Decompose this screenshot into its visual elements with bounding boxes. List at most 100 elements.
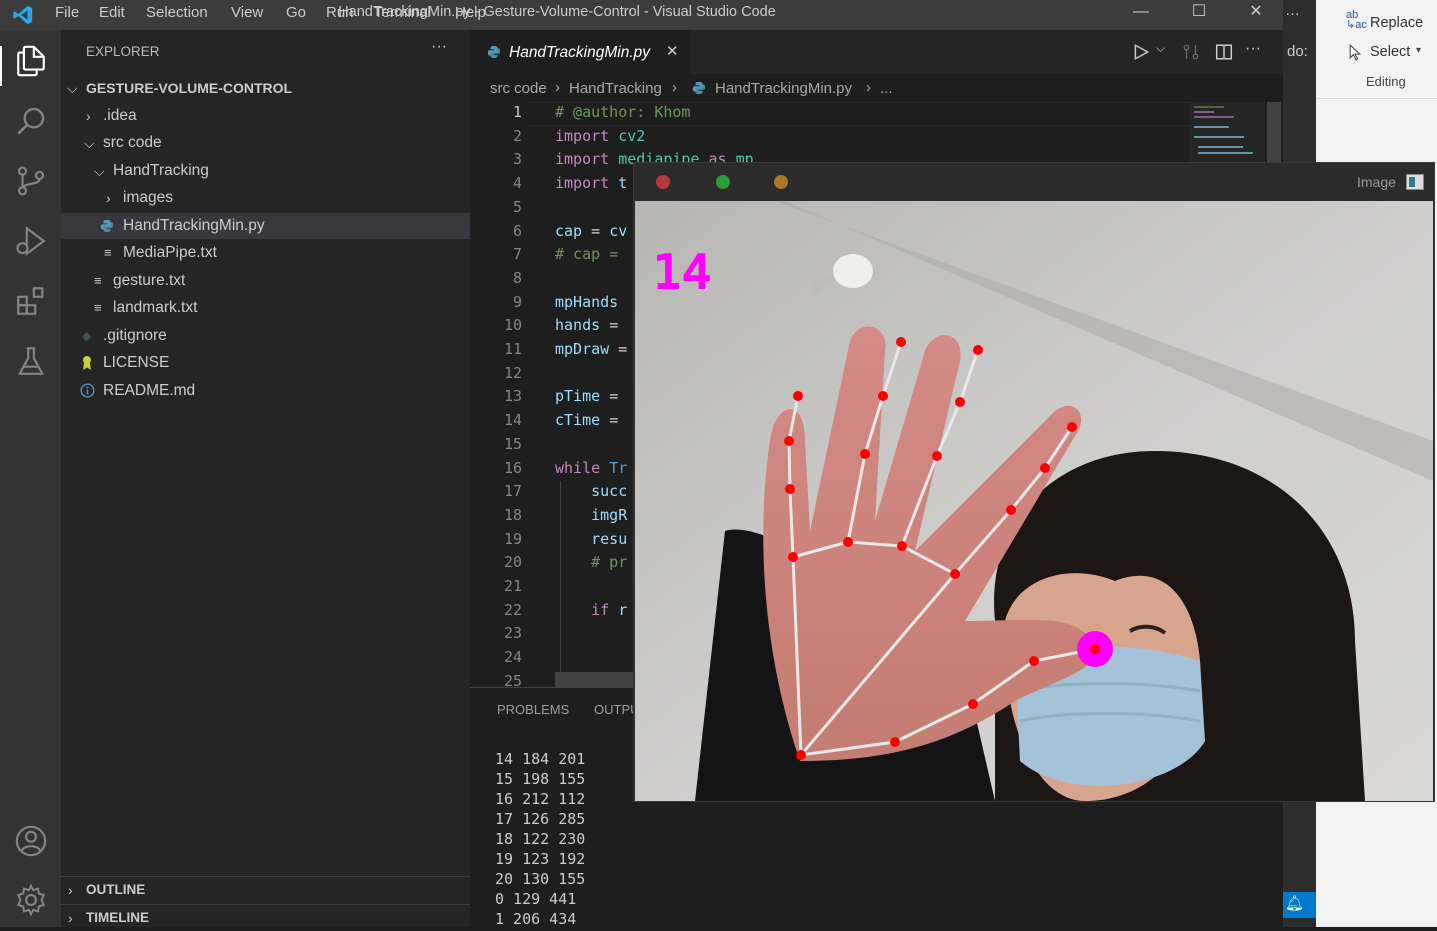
chevron-down-icon[interactable]: ⌵ xyxy=(1156,41,1165,56)
maximize-button[interactable]: ☐ xyxy=(1176,0,1222,28)
chevron-down-icon: ⌵ xyxy=(94,163,105,179)
hand-landmark-point xyxy=(932,451,942,461)
tab-handtrackingmin-py[interactable]: HandTrackingMin.py ✕ xyxy=(470,30,690,74)
line-number: 9 xyxy=(512,292,522,311)
line-number: 1 xyxy=(512,103,522,121)
minimap[interactable] xyxy=(1190,102,1265,162)
hand-connection xyxy=(788,488,795,558)
close-dot-button[interactable] xyxy=(656,175,670,189)
hand-landmark-point xyxy=(896,337,906,347)
line-number: 7 xyxy=(512,245,522,264)
tree-item-license[interactable]: LICENSE xyxy=(61,350,470,376)
line-number: 6 xyxy=(512,221,522,240)
compare-changes-icon[interactable] xyxy=(1182,43,1200,61)
replace-icon: ab ↳ac xyxy=(1346,9,1367,31)
code-line: while Tr xyxy=(555,458,628,477)
explorer-more-button[interactable]: ··· xyxy=(431,38,447,56)
code-line: hands = xyxy=(555,316,619,335)
overflow-menu[interactable]: … xyxy=(1285,2,1300,19)
root-folder-label: GESTURE-VOLUME-CONTROL xyxy=(86,80,293,96)
tree-item-landmark-txt[interactable]: ≡ landmark.txt xyxy=(61,295,470,321)
tab-label: HandTrackingMin.py xyxy=(509,44,650,61)
image-window[interactable]: Image 14 xyxy=(633,162,1435,802)
breadcrumb-item[interactable]: ... xyxy=(880,80,893,97)
tab-problems[interactable]: PROBLEMS xyxy=(497,702,569,717)
split-editor-icon[interactable] xyxy=(1215,43,1233,61)
code-line: cTime = xyxy=(555,411,619,430)
line-number: 17 xyxy=(503,482,522,501)
explorer-sidebar: EXPLORER ··· ⌵ GESTURE-VOLUME-CONTROL › … xyxy=(61,30,470,927)
chevron-down-icon: ▾ xyxy=(1416,45,1422,56)
breadcrumb-item[interactable]: HandTracking xyxy=(569,80,662,97)
code-line: # pr xyxy=(555,553,628,572)
line-number: 24 xyxy=(503,648,522,667)
landmark-id-label: 14 xyxy=(653,245,712,299)
replace-button[interactable]: Replace xyxy=(1370,15,1423,31)
account-icon[interactable] xyxy=(14,824,48,858)
window-title: HandTrackingMin.py - Gesture-Volume-Cont… xyxy=(338,4,776,20)
tree-item-readme[interactable]: README.md xyxy=(61,378,470,404)
line-number: 12 xyxy=(503,363,522,382)
line-number: 10 xyxy=(503,316,522,335)
settings-gear-icon[interactable] xyxy=(14,883,48,917)
ribbon-group-label: Editing xyxy=(1366,74,1406,89)
breadcrumb-item[interactable]: src code xyxy=(490,80,547,97)
code-line: # @author: Khom xyxy=(555,103,691,121)
extensions-icon[interactable] xyxy=(14,284,48,318)
indent-guide xyxy=(560,481,561,687)
tree-item-mediapipe-txt[interactable]: ≡ MediaPipe.txt xyxy=(61,240,470,266)
chevron-right-icon: › xyxy=(555,79,560,96)
timeline-section[interactable]: › TIMELINE xyxy=(61,905,470,931)
run-debug-icon[interactable] xyxy=(14,224,48,258)
explorer-icon[interactable] xyxy=(14,44,48,78)
tree-item-handtracking[interactable]: ⌵ HandTracking xyxy=(61,158,470,184)
image-window-title: Image xyxy=(1357,174,1396,190)
hand-connection xyxy=(787,395,800,442)
close-button[interactable]: ✕ xyxy=(1233,0,1279,28)
terminal-line: 18 122 230 xyxy=(495,830,586,848)
line-number: 15 xyxy=(503,434,522,453)
webcam-frame: 14 xyxy=(635,201,1433,801)
vscode-logo-icon xyxy=(13,5,33,25)
tree-item-images[interactable]: › images xyxy=(61,185,470,211)
code-line: cap = cv xyxy=(555,221,628,240)
code-line: import cv2 xyxy=(555,126,646,145)
tree-item-label: images xyxy=(123,189,173,206)
partial-label: do: xyxy=(1287,43,1308,60)
source-control-icon[interactable] xyxy=(14,164,48,198)
window-app-icon xyxy=(1406,174,1424,190)
tree-item-idea[interactable]: › .idea xyxy=(61,103,470,129)
tree-item-gesture-txt[interactable]: ≡ gesture.txt xyxy=(61,268,470,294)
menu-edit[interactable]: Edit xyxy=(99,0,125,30)
breadcrumb-item[interactable]: HandTrackingMin.py xyxy=(715,80,852,97)
outline-section[interactable]: › OUTLINE xyxy=(61,877,470,903)
tree-item-label: src code xyxy=(103,134,162,151)
run-file-icon[interactable] xyxy=(1132,43,1150,61)
hand-landmark-point xyxy=(843,537,853,547)
testing-icon[interactable] xyxy=(14,344,48,378)
vertical-scrollbar[interactable] xyxy=(1267,102,1281,162)
hand-connection xyxy=(900,455,939,547)
select-button[interactable]: Select xyxy=(1370,44,1410,60)
line-number: 2 xyxy=(512,126,522,145)
notification-bell-area[interactable]: 🔔︎ xyxy=(1283,892,1316,918)
maximize-dot-button[interactable] xyxy=(716,175,730,189)
tab-close-button[interactable]: ✕ xyxy=(666,42,679,60)
tree-item-src-code[interactable]: ⌵ src code xyxy=(61,130,470,156)
terminal-line: 20 130 155 xyxy=(495,870,586,888)
menu-file[interactable]: File xyxy=(55,0,79,30)
hand-connection xyxy=(1009,467,1047,511)
more-actions-button[interactable]: ··· xyxy=(1245,40,1261,58)
hand-connection xyxy=(901,544,956,576)
tree-item-gitignore[interactable]: ◆ .gitignore xyxy=(61,323,470,349)
title-bar: File Edit Selection View Go Run Terminal… xyxy=(0,0,1283,30)
hand-landmark-overlay: 14 xyxy=(652,244,1113,760)
tree-item-handtrackingmin-py[interactable]: HandTrackingMin.py xyxy=(61,213,470,239)
explorer-root-folder[interactable]: ⌵ GESTURE-VOLUME-CONTROL xyxy=(61,75,470,101)
code-line: # cap = xyxy=(555,245,628,264)
minimize-button[interactable]: — xyxy=(1118,0,1164,28)
code-line: if r xyxy=(591,600,628,619)
search-icon[interactable] xyxy=(14,104,48,138)
git-file-icon: ◆ xyxy=(82,329,92,343)
minimize-dot-button[interactable] xyxy=(774,175,788,189)
